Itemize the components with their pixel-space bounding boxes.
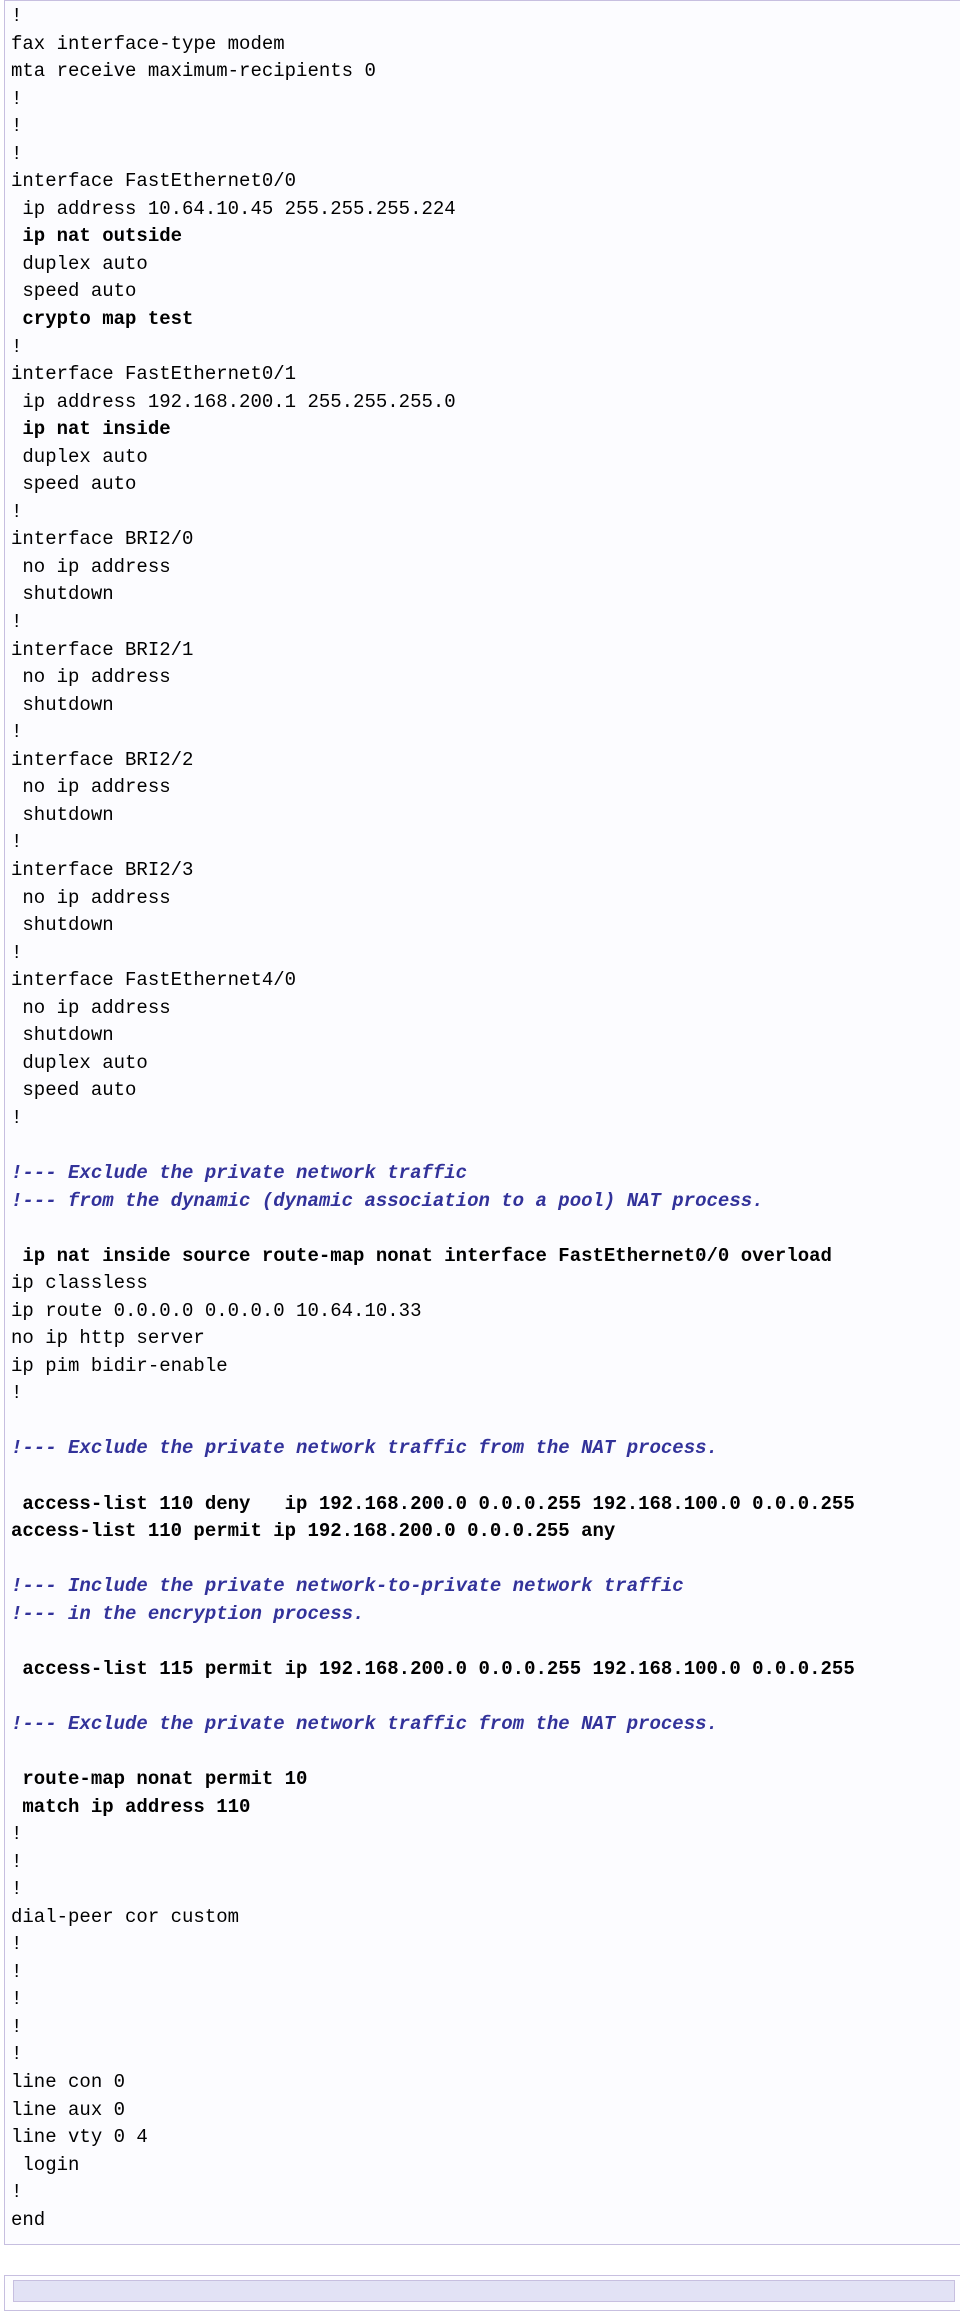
config-line xyxy=(11,1738,957,1766)
config-line: ! xyxy=(11,113,957,141)
config-line: !--- Include the private network-to-priv… xyxy=(11,1573,957,1601)
config-line: ip classless xyxy=(11,1270,957,1298)
config-line: ! xyxy=(11,1849,957,1877)
config-line: ! xyxy=(11,1821,957,1849)
config-line: ! xyxy=(11,2041,957,2069)
config-line xyxy=(11,1132,957,1160)
config-line: dial-peer cor custom xyxy=(11,1904,957,1932)
config-line: access-list 115 permit ip 192.168.200.0 … xyxy=(11,1656,957,1684)
config-line xyxy=(11,1463,957,1491)
config-line: ! xyxy=(11,1380,957,1408)
config-line: no ip http server xyxy=(11,1325,957,1353)
config-line: duplex auto xyxy=(11,444,957,472)
config-line: duplex auto xyxy=(11,1050,957,1078)
config-line: !--- Exclude the private network traffic xyxy=(11,1160,957,1188)
config-line: speed auto xyxy=(11,278,957,306)
config-line xyxy=(11,1628,957,1656)
config-line: ! xyxy=(11,1986,957,2014)
config-line: ip route 0.0.0.0 0.0.0.0 10.64.10.33 xyxy=(11,1298,957,1326)
config-line: ! xyxy=(11,2179,957,2207)
config-line: ! xyxy=(11,829,957,857)
config-line: ip nat inside xyxy=(11,416,957,444)
config-line: mta receive maximum-recipients 0 xyxy=(11,58,957,86)
config-line: no ip address xyxy=(11,885,957,913)
config-line: ! xyxy=(11,1105,957,1133)
config-line: ! xyxy=(11,499,957,527)
config-line: !--- Exclude the private network traffic… xyxy=(11,1435,957,1463)
config-line: shutdown xyxy=(11,802,957,830)
next-table-header xyxy=(13,2280,955,2302)
config-line: match ip address 110 xyxy=(11,1794,957,1822)
config-line: no ip address xyxy=(11,774,957,802)
config-line: ! xyxy=(11,334,957,362)
config-line: ! xyxy=(11,609,957,637)
router-config-block: !fax interface-type modemmta receive max… xyxy=(4,0,960,2245)
config-line: shutdown xyxy=(11,912,957,940)
config-line: no ip address xyxy=(11,995,957,1023)
config-line: ! xyxy=(11,719,957,747)
config-line: ! xyxy=(11,940,957,968)
config-line: ! xyxy=(11,1931,957,1959)
config-line: shutdown xyxy=(11,1022,957,1050)
config-line: ! xyxy=(11,86,957,114)
config-line: ip address 10.64.10.45 255.255.255.224 xyxy=(11,196,957,224)
config-line: ! xyxy=(11,1959,957,1987)
config-line: speed auto xyxy=(11,471,957,499)
config-line: line vty 0 4 xyxy=(11,2124,957,2152)
config-line: line con 0 xyxy=(11,2069,957,2097)
config-line: interface BRI2/3 xyxy=(11,857,957,885)
config-line: interface BRI2/2 xyxy=(11,747,957,775)
config-line: interface FastEthernet0/1 xyxy=(11,361,957,389)
config-line: ! xyxy=(11,141,957,169)
config-line: crypto map test xyxy=(11,306,957,334)
config-line: no ip address xyxy=(11,554,957,582)
config-line: no ip address xyxy=(11,664,957,692)
config-line: duplex auto xyxy=(11,251,957,279)
page: !fax interface-type modemmta receive max… xyxy=(0,0,960,2311)
config-line xyxy=(11,1408,957,1436)
config-line: access-list 110 permit ip 192.168.200.0 … xyxy=(11,1518,957,1546)
config-line: speed auto xyxy=(11,1077,957,1105)
config-line: ip nat inside source route-map nonat int… xyxy=(11,1243,957,1271)
config-line: end xyxy=(11,2207,957,2235)
config-line: !--- from the dynamic (dynamic associati… xyxy=(11,1188,957,1216)
config-line: access-list 110 deny ip 192.168.200.0 0.… xyxy=(11,1491,957,1519)
config-line: ip pim bidir-enable xyxy=(11,1353,957,1381)
config-line: ! xyxy=(11,3,957,31)
config-line: ! xyxy=(11,2014,957,2042)
config-line: line aux 0 xyxy=(11,2097,957,2125)
config-line: interface BRI2/1 xyxy=(11,637,957,665)
config-line: !--- Exclude the private network traffic… xyxy=(11,1711,957,1739)
config-line: ip address 192.168.200.1 255.255.255.0 xyxy=(11,389,957,417)
config-line: login xyxy=(11,2152,957,2180)
config-line: shutdown xyxy=(11,581,957,609)
config-line: !--- in the encryption process. xyxy=(11,1601,957,1629)
config-line: shutdown xyxy=(11,692,957,720)
config-line xyxy=(11,1546,957,1574)
next-table-wrapper xyxy=(4,2275,960,2311)
config-line xyxy=(11,1683,957,1711)
config-line: route-map nonat permit 10 xyxy=(11,1766,957,1794)
config-line xyxy=(11,1215,957,1243)
config-line: interface FastEthernet0/0 xyxy=(11,168,957,196)
config-line: interface BRI2/0 xyxy=(11,526,957,554)
config-line: ip nat outside xyxy=(11,223,957,251)
config-line: interface FastEthernet4/0 xyxy=(11,967,957,995)
config-line: ! xyxy=(11,1876,957,1904)
config-line: fax interface-type modem xyxy=(11,31,957,59)
